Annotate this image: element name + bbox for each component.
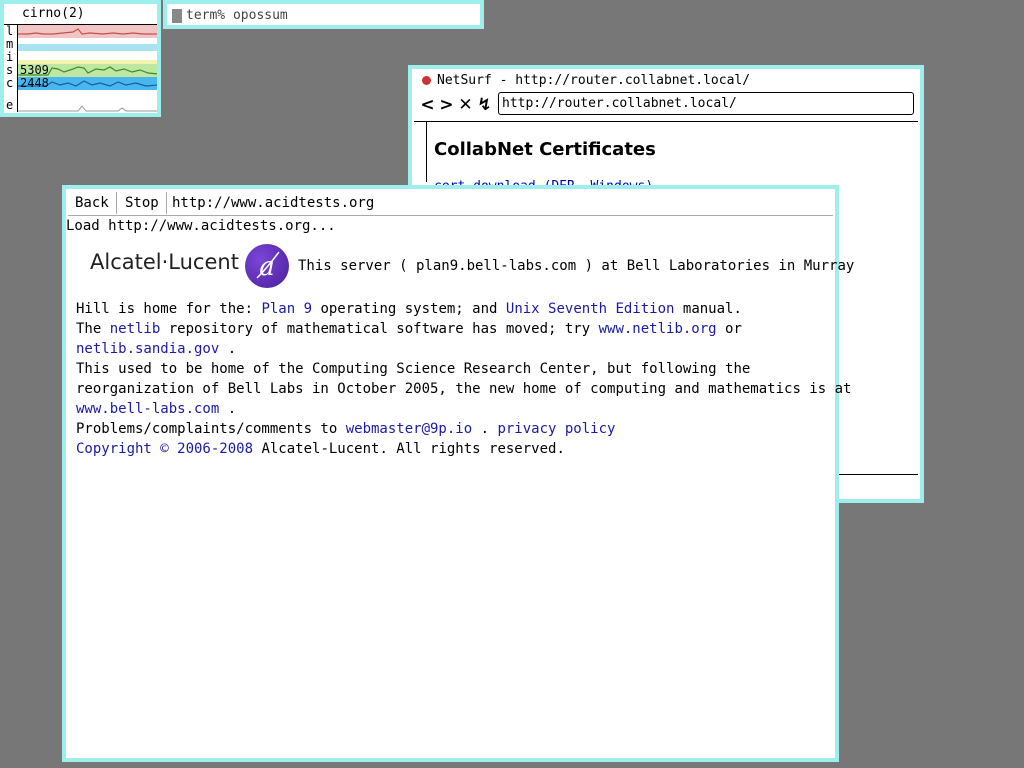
stats-label-context: c [4,77,17,90]
para-contact-line: Problems/complaints/comments to webmaste… [76,419,615,439]
netsurf-app-icon [422,76,431,85]
reload-icon[interactable]: ↯ [475,94,494,116]
alcatel-lucent-logo: Alcatel·Lucent a [90,242,290,292]
stats-graph-load [17,25,157,38]
link-netlib-org[interactable]: www.netlib.org [599,321,717,337]
text-os: operating system; and [312,301,506,317]
mothra-toolbar: Back Stop http://www.acidtests.org [68,190,833,216]
text-problems: Problems/complaints/comments to [76,421,346,437]
para-copyright-line: Copyright © 2006-2008 Alcatel-Lucent. Al… [76,439,565,459]
back-button[interactable]: Back [68,192,117,214]
stats-window[interactable]: cirno(2) l m i s 5309 c 2448 e [0,0,161,117]
text-home-prefix: Hill is home for the: [76,301,262,317]
text-rights: Alcatel-Lucent. All rights reserved. [253,441,565,457]
link-bell-labs[interactable]: www.bell-labs.com [76,401,219,417]
logo-mark-icon: a [256,251,280,282]
link-netlib-sandia[interactable]: netlib.sandia.gov [76,341,219,357]
para-reorg-line: reorganization of Bell Labs in October 2… [76,381,852,397]
netsurf-url-field[interactable]: http://router.collabnet.local/ [498,92,914,115]
stats-value-context: 2448 [20,76,49,90]
text-manual: manual. [674,301,742,317]
stats-row-load: l [4,25,157,38]
stats-row-context: c 2448 [4,77,157,90]
text-or: or [716,321,742,337]
para-sandia-line: netlib.sandia.gov . [76,339,236,359]
stats-row-ether: e [4,90,157,112]
stats-label-ether: e [4,90,17,112]
mothra-window[interactable]: Back Stop http://www.acidtests.org Load … [62,185,854,762]
memory-graph [18,38,157,51]
logo-wordmark: Alcatel·Lucent [90,250,239,274]
text-separator: . [472,421,498,437]
back-arrow-icon[interactable]: < [418,94,437,116]
stats-graph-ether [17,90,157,112]
stop-button[interactable]: Stop [118,192,167,214]
link-unix-seventh[interactable]: Unix Seventh Edition [506,301,675,317]
para-belllabs-line: www.bell-labs.com . [76,399,236,419]
netsurf-nav-bar: < > ✕ ↯ [418,94,498,116]
terminal-prompt: term% opossum [186,8,288,23]
netsurf-toolbar-divider [414,121,918,122]
stats-row-memory: m [4,38,157,51]
stop-icon[interactable]: ✕ [456,94,475,116]
load-graph [18,25,157,38]
text-repository: repository of mathematical software has … [160,321,599,337]
para-home-line: Hill is home for the: Plan 9 operating s… [76,299,742,319]
stats-graph-memory [17,38,157,51]
terminal-scrollbar[interactable] [172,9,182,23]
netsurf-scrollbar[interactable] [426,122,427,182]
link-privacy-policy[interactable]: privacy policy [497,421,615,437]
terminal-window[interactable]: term% opossum [163,0,484,29]
logo-badge-icon: a [245,244,289,288]
para-netlib-line: The netlib repository of mathematical so… [76,319,742,339]
netsurf-page-heading: CollabNet Certificates [434,139,656,160]
link-netlib[interactable]: netlib [110,321,161,337]
text-the: The [76,321,110,337]
forward-arrow-icon[interactable]: > [437,94,456,116]
para-history-line: This used to be home of the Computing Sc… [76,361,751,377]
para-server-line: This server ( plan9.bell-labs.com ) at B… [298,258,855,274]
netsurf-title: NetSurf - http://router.collabnet.local/ [437,73,751,88]
mothra-status-line: Load http://www.acidtests.org... [66,218,336,234]
text-period-2: . [219,401,237,417]
link-plan9[interactable]: Plan 9 [261,301,312,317]
mothra-url-field[interactable]: http://www.acidtests.org [172,192,374,214]
ether-graph [18,90,157,112]
netsurf-titlebar: NetSurf - http://router.collabnet.local/ [422,73,750,89]
link-copyright[interactable]: Copyright © 2006-2008 [76,441,253,457]
link-webmaster[interactable]: webmaster@9p.io [346,421,472,437]
stats-title: cirno(2) [22,6,85,21]
text-period-1: . [219,341,237,357]
